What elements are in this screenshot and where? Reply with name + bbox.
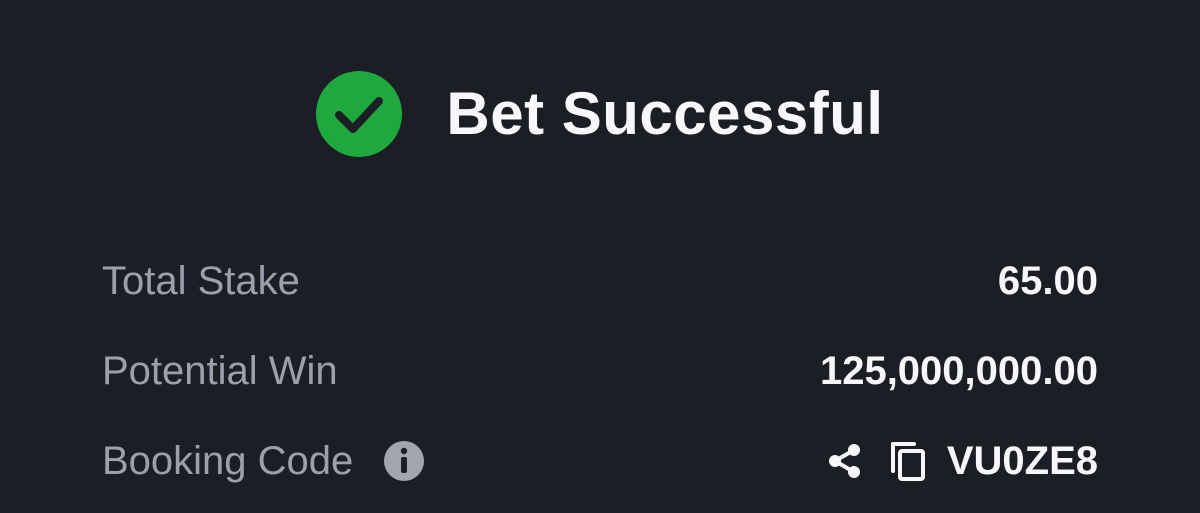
potential-win-row: Potential Win 125,000,000.00 <box>102 326 1098 416</box>
bet-details: Total Stake 65.00 Potential Win 125,000,… <box>102 236 1098 506</box>
share-icon[interactable] <box>823 439 867 483</box>
total-stake-label: Total Stake <box>102 258 300 303</box>
page-title: Bet Successful <box>446 80 884 147</box>
booking-code-value[interactable]: VU0ZE8 <box>947 439 1098 484</box>
info-icon[interactable] <box>383 440 425 482</box>
booking-code-actions: VU0ZE8 <box>823 437 1098 485</box>
potential-win-value: 125,000,000.00 <box>819 348 1098 393</box>
success-header: Bet Successful <box>0 66 1200 162</box>
booking-code-label-group: Booking Code <box>102 439 425 484</box>
total-stake-row: Total Stake 65.00 <box>102 236 1098 326</box>
total-stake-value: 65.00 <box>997 258 1098 303</box>
potential-win-label: Potential Win <box>102 348 338 393</box>
check-circle-icon <box>316 71 403 157</box>
copy-icon[interactable] <box>885 437 929 485</box>
bet-success-panel: Bet Successful Total Stake 65.00 Potenti… <box>0 0 1200 513</box>
booking-code-label: Booking Code <box>102 438 354 483</box>
booking-code-row: Booking Code VU0ZE8 <box>102 416 1098 506</box>
